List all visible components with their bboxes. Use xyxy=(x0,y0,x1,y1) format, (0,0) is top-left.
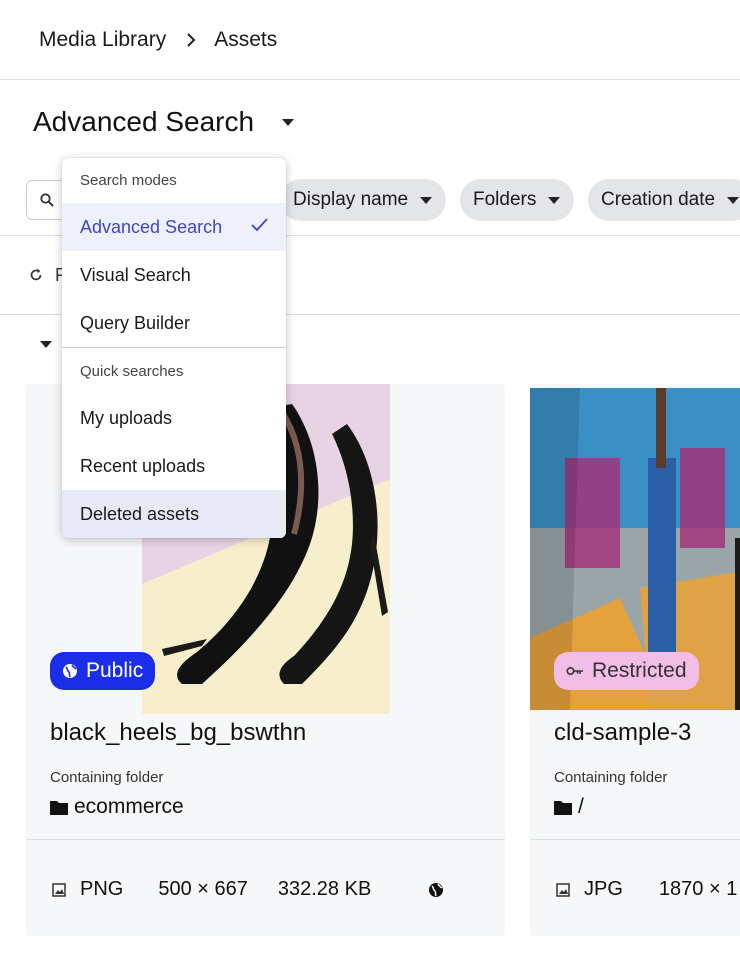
menu-divider xyxy=(62,347,286,348)
globe-icon xyxy=(429,882,444,897)
search-mode-dropdown-toggle[interactable] xyxy=(282,118,295,126)
asset-name[interactable]: black_heels_bg_bswthn xyxy=(50,719,306,747)
asset-dimensions: 500 × 667 xyxy=(158,878,248,900)
image-icon xyxy=(52,882,66,897)
asset-format: JPG xyxy=(584,878,623,900)
filter-creation-date[interactable]: Creation date xyxy=(588,179,740,221)
menu-item-deleted-assets[interactable]: Deleted assets xyxy=(62,490,286,538)
image-icon xyxy=(556,882,570,897)
asset-dimensions: 1870 × 1 xyxy=(658,878,738,900)
chevron-right-icon xyxy=(186,32,196,47)
folder-label: Containing folder xyxy=(50,769,164,786)
breadcrumb-assets: Assets xyxy=(214,27,278,51)
filter-folders[interactable]: Folders xyxy=(460,179,575,221)
divider xyxy=(26,839,505,840)
folder-link[interactable]: ecommerce xyxy=(50,795,184,819)
breadcrumb: Media Library Assets xyxy=(0,0,740,80)
menu-item-query-builder[interactable]: Query Builder xyxy=(62,299,286,347)
caret-down-icon[interactable] xyxy=(40,341,52,348)
folder-icon xyxy=(50,800,68,815)
menu-item-visual-search[interactable]: Visual Search xyxy=(62,251,286,299)
caret-down-icon xyxy=(420,196,433,204)
folder-icon xyxy=(554,800,572,815)
search-mode-header: Advanced Search xyxy=(33,100,295,144)
asset-name[interactable]: cld-sample-3 xyxy=(554,719,691,747)
asset-meta: PNG 500 × 667 332.28 KB xyxy=(52,878,444,901)
key-icon xyxy=(566,666,583,676)
menu-item-recent-uploads[interactable]: Recent uploads xyxy=(62,442,286,490)
divider xyxy=(530,839,740,840)
search-mode-menu: Search modes Advanced Search Visual Sear… xyxy=(62,158,286,538)
asset-format: PNG xyxy=(80,878,124,900)
folder-label: Containing folder xyxy=(554,769,668,786)
refresh-icon[interactable] xyxy=(29,268,43,282)
menu-section-search-modes: Search modes xyxy=(80,172,177,189)
breadcrumb-media-library[interactable]: Media Library xyxy=(39,28,166,52)
globe-icon xyxy=(63,664,77,678)
checkmark-icon xyxy=(251,218,268,231)
page-title: Advanced Search xyxy=(33,106,255,137)
menu-item-my-uploads[interactable]: My uploads xyxy=(62,394,286,442)
caret-down-icon xyxy=(548,196,561,204)
caret-down-icon xyxy=(282,118,295,126)
asset-meta: JPG 1870 × 1 xyxy=(556,878,737,901)
folder-link[interactable]: / xyxy=(554,795,584,819)
access-badge-public: Public xyxy=(50,652,156,690)
menu-item-advanced-search[interactable]: Advanced Search xyxy=(62,203,286,251)
search-icon xyxy=(40,193,54,207)
menu-section-quick-searches: Quick searches xyxy=(80,363,184,380)
asset-size: 332.28 KB xyxy=(277,878,372,900)
caret-down-icon xyxy=(727,196,740,204)
access-badge-restricted: Restricted xyxy=(554,652,699,690)
filter-display-name[interactable]: Display name xyxy=(280,179,447,221)
